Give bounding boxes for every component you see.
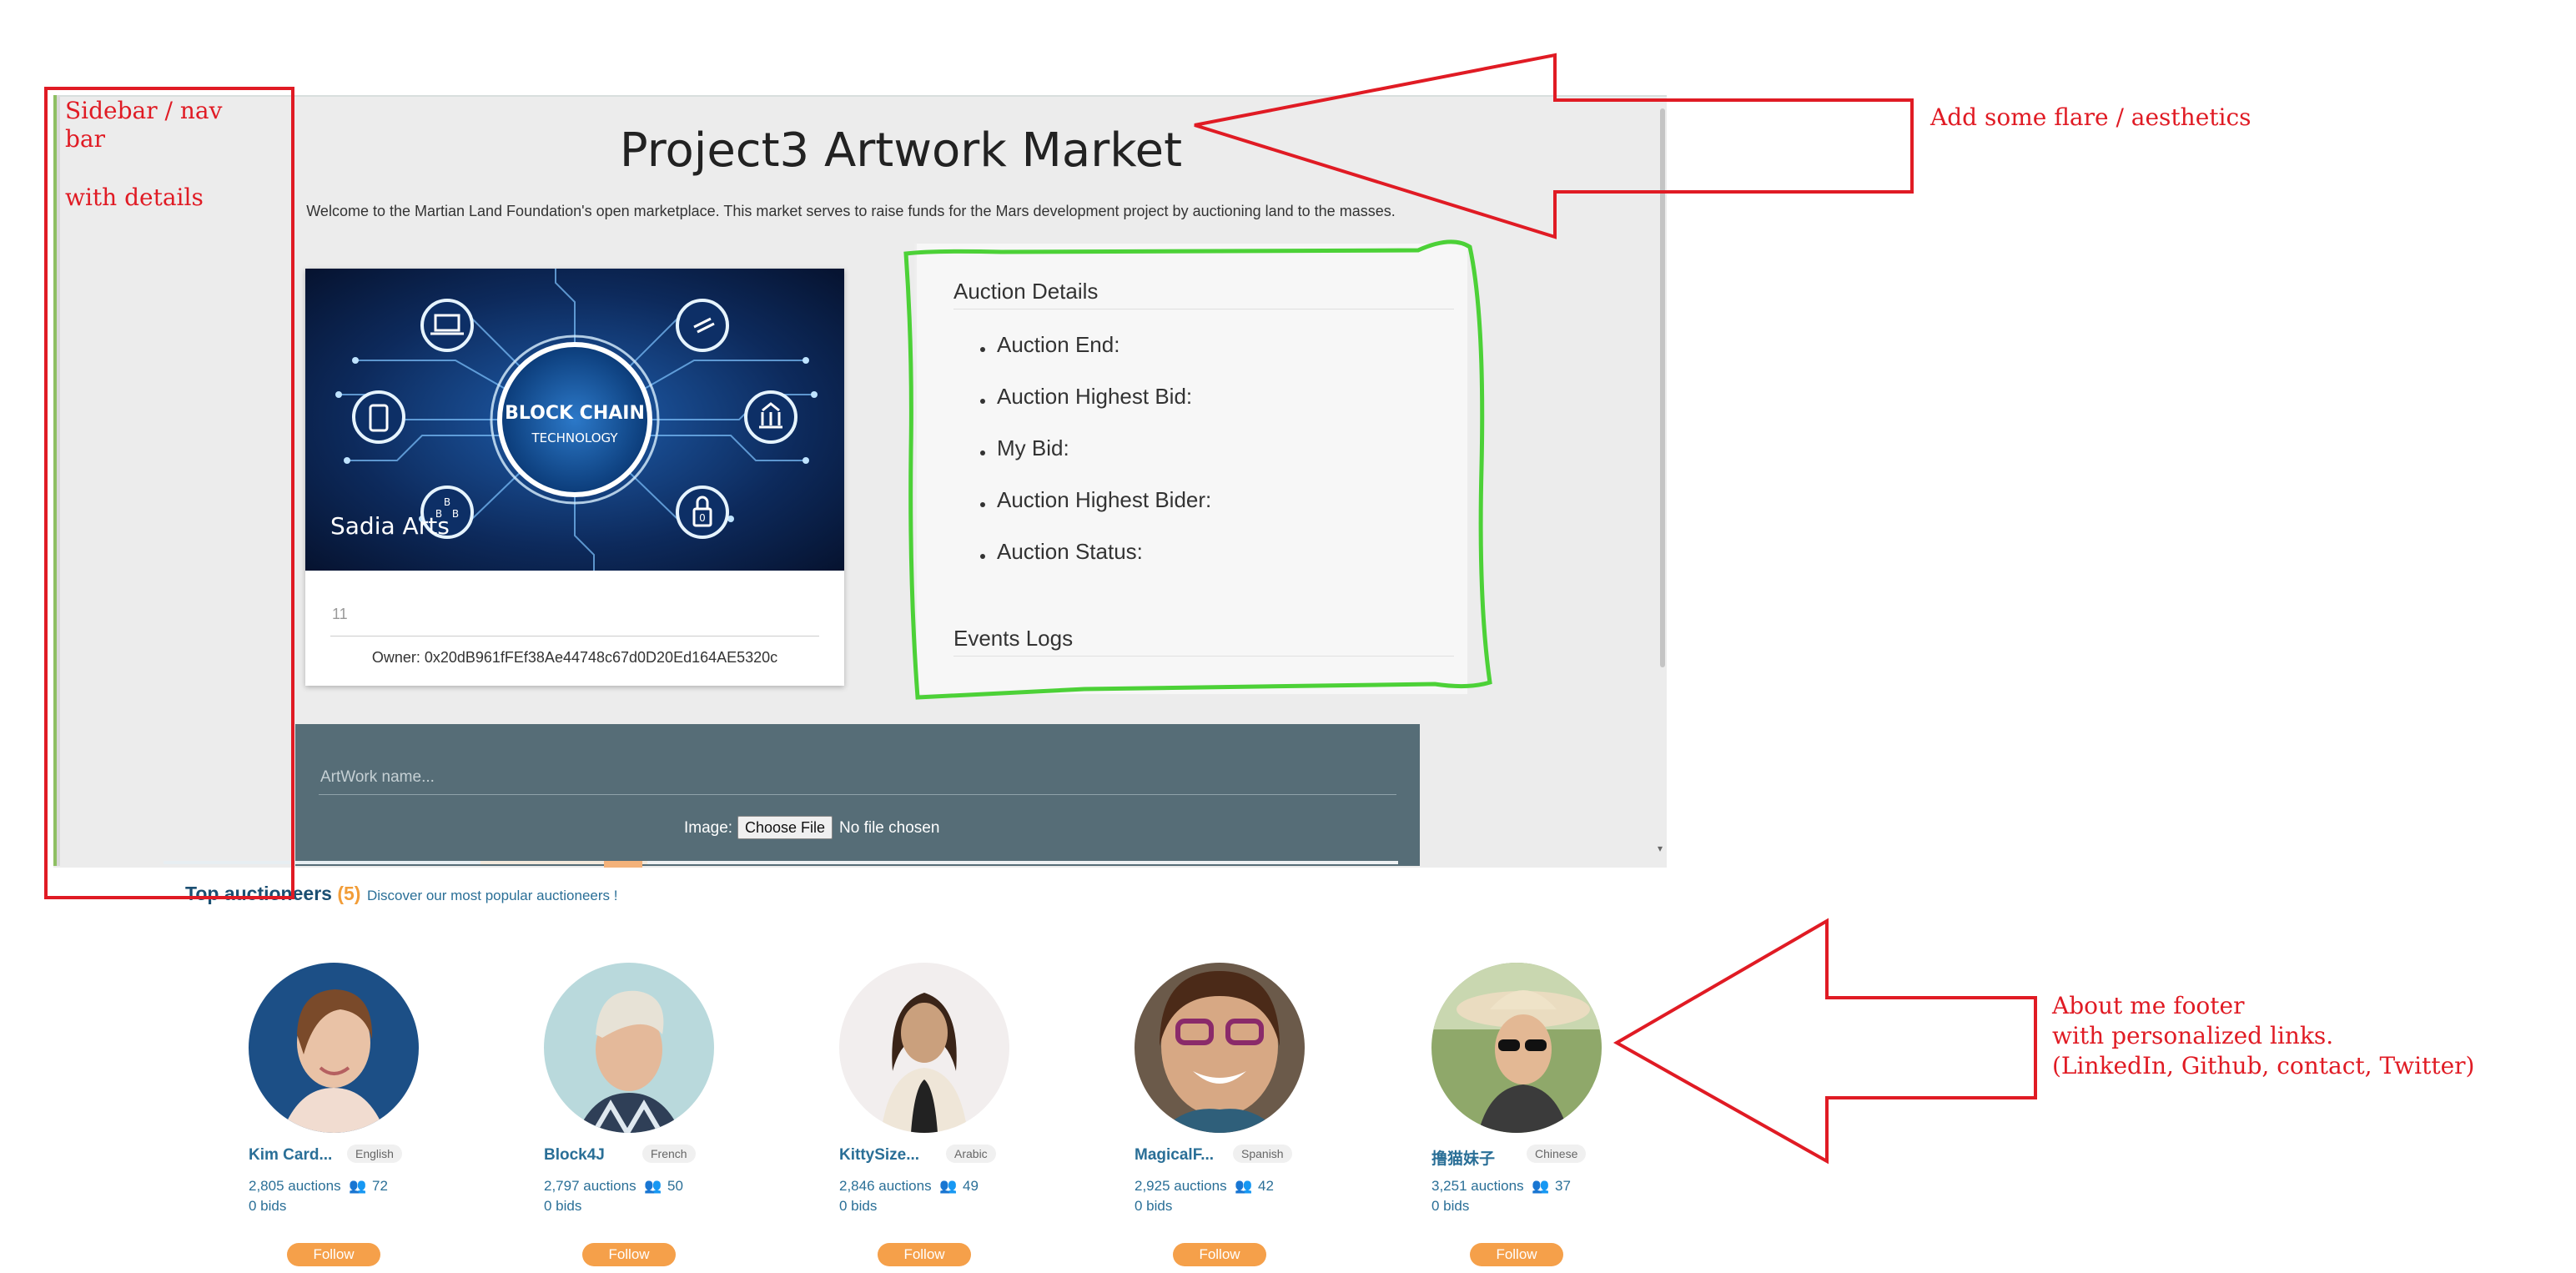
- footer-note-line1: About me footer: [2052, 992, 2245, 1019]
- footer-arrow-icon: [1613, 918, 2037, 1165]
- sidebar-note-line2: bar: [65, 125, 106, 153]
- sidebar-note-line3: with details: [65, 184, 204, 211]
- footer-note-line3: (LinkedIn, Github, contact, Twitter): [2052, 1052, 2475, 1079]
- footer-note-line2: with personalized links.: [2052, 1022, 2334, 1049]
- auction-highlight-scribble: [903, 239, 1492, 700]
- sidebar-note-line1: Sidebar / nav: [65, 97, 223, 124]
- flare-arrow-icon: [1194, 53, 1914, 239]
- flare-note: Add some flare / aesthetics: [1930, 103, 2251, 131]
- annotation-overlay: [44, 53, 2037, 1165]
